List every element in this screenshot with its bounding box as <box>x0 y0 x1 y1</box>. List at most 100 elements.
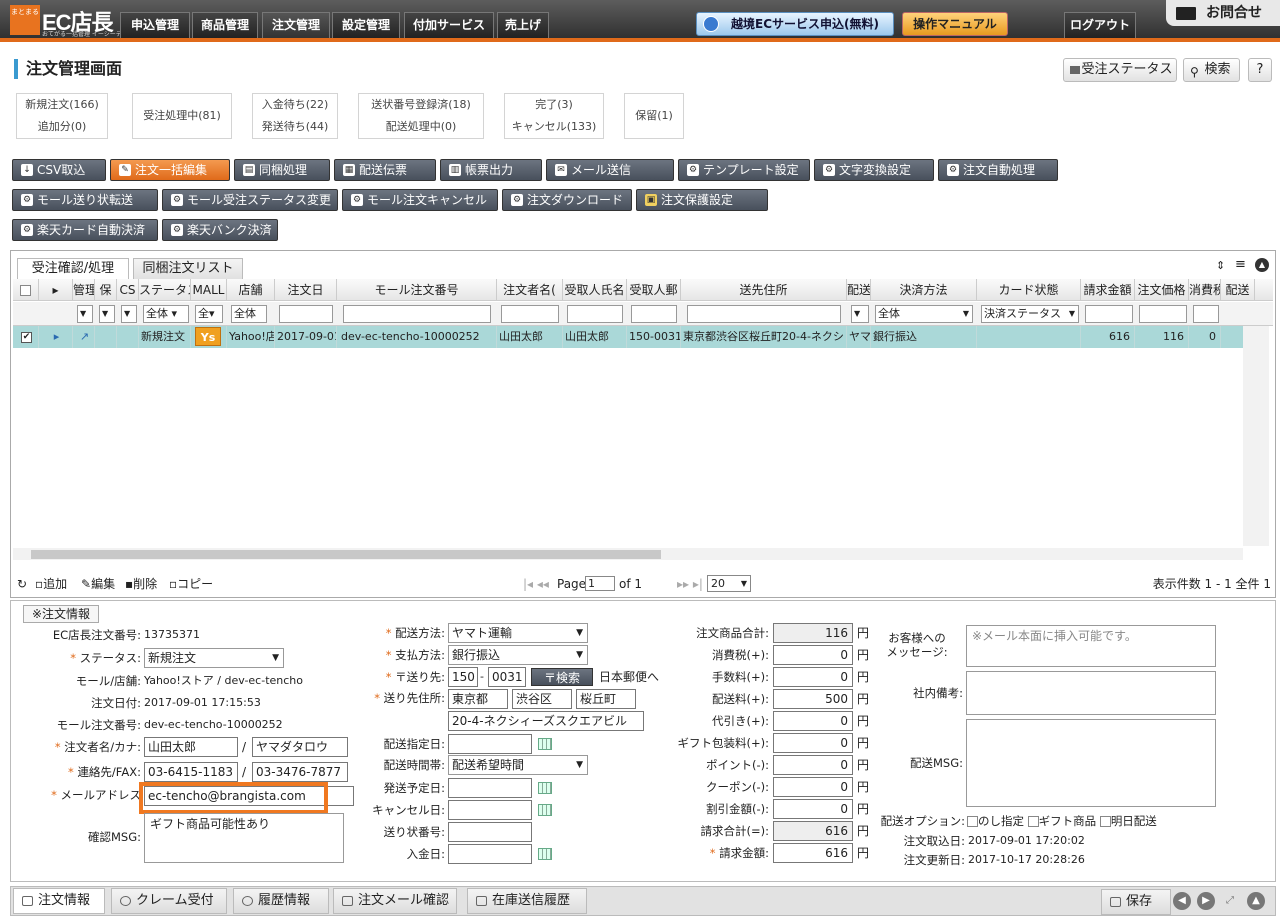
col-order-date[interactable]: 注文日 <box>275 279 337 301</box>
edit-button[interactable]: ✎編集 <box>81 571 115 597</box>
bulk-edit-button[interactable]: ✎ 注文一括編集 <box>110 159 230 181</box>
col-tax[interactable]: 消費税 <box>1189 279 1221 301</box>
shipping-slip-button[interactable]: ▦ 配送伝票 <box>334 159 436 181</box>
csv-import-button[interactable]: ↓ CSV取込 <box>12 159 106 181</box>
filter-manage[interactable]: ▼ <box>77 305 93 323</box>
tel-field[interactable]: 03-6415-1183 <box>144 762 238 782</box>
page-input[interactable]: 1 <box>585 576 615 591</box>
town-field[interactable]: 桜丘町 <box>576 689 636 709</box>
total-value[interactable]: 0 <box>773 755 853 775</box>
confirm-msg-field[interactable]: ギフト商品可能性あり <box>144 813 344 863</box>
nav-addon[interactable]: 付加サービス <box>404 12 494 38</box>
status-processing-count[interactable]: 受注処理中(81) <box>133 94 231 138</box>
prev-icon[interactable]: ◀ <box>1173 892 1191 910</box>
ship-time-select[interactable]: 配送希望時間 <box>448 755 588 775</box>
status-ship-wait[interactable]: 発送待ち(44) <box>253 116 337 138</box>
status-waiting[interactable]: 入金待ち(22) 発送待ち(44) <box>252 93 338 139</box>
status-processing[interactable]: 受注処理中(81) <box>132 93 232 139</box>
status-new[interactable]: 新規注文(166) 追加分(0) <box>16 93 108 139</box>
status-hold[interactable]: 保留(1) <box>624 93 684 139</box>
total-value[interactable]: 616 <box>773 821 853 841</box>
col-amount[interactable]: 請求金額 <box>1081 279 1135 301</box>
col-cs[interactable]: CS <box>117 279 139 301</box>
col-status[interactable]: ステータス <box>139 279 191 301</box>
tab-bundle-list[interactable]: 同梱注文リスト <box>133 258 243 280</box>
row-checkbox[interactable]: ✔ <box>13 326 39 348</box>
total-value[interactable]: 116 <box>773 623 853 643</box>
col-hold[interactable]: 保 <box>95 279 117 301</box>
tab-order-mail[interactable]: 注文メール確認 <box>333 888 457 914</box>
status-delivering[interactable]: 配送処理中(0) <box>359 116 483 138</box>
auto-process-button[interactable]: ⚙ 注文自動処理 <box>938 159 1058 181</box>
horizontal-scrollbar[interactable] <box>13 548 1243 560</box>
filter-address[interactable] <box>687 305 841 323</box>
col-mall-order-no[interactable]: モール注文番号 <box>337 279 497 301</box>
gift-checkbox[interactable] <box>1027 816 1039 827</box>
total-value[interactable]: 0 <box>773 777 853 797</box>
nav-apply[interactable]: 申込管理 <box>120 12 190 38</box>
total-value[interactable]: 0 <box>773 667 853 687</box>
col-manage[interactable]: 管理 <box>73 279 95 301</box>
zip2-field[interactable]: 0031 <box>488 667 526 687</box>
nav-orders[interactable]: 注文管理 <box>262 12 330 38</box>
total-value[interactable]: 616 <box>773 843 853 863</box>
zip-search-button[interactable]: 〒検索 <box>531 668 593 686</box>
logout-button[interactable]: ログアウト <box>1064 12 1136 38</box>
order-protect-button[interactable]: ▣ 注文保護設定 <box>636 189 768 211</box>
name-field[interactable]: 山田太郎 <box>144 737 238 757</box>
total-value[interactable]: 0 <box>773 799 853 819</box>
manual-button[interactable]: 操作マニュアル <box>902 12 1008 36</box>
collapse-up-icon[interactable]: ▲ <box>1247 892 1265 910</box>
ship-msg-field[interactable] <box>966 719 1216 807</box>
save-button[interactable]: 保存 <box>1101 889 1171 915</box>
contact-button[interactable]: お問合せ <box>1166 0 1280 26</box>
pay-method-select[interactable]: 銀行振込 <box>448 645 588 665</box>
post-link[interactable]: 日本郵便へ <box>599 667 659 687</box>
rakuten-bank-button[interactable]: ⚙ 楽天バンク決済 <box>162 219 278 241</box>
status-complete[interactable]: 完了(3) <box>505 94 603 116</box>
bundle-button[interactable]: ▤ 同梱処理 <box>234 159 330 181</box>
filter-mall-order-no[interactable] <box>343 305 491 323</box>
col-shop[interactable]: 店舗 <box>227 279 275 301</box>
filter-status[interactable]: 全体 ▾ <box>143 305 189 323</box>
mall-status-change-button[interactable]: ⚙ モール受注ステータス変更 <box>162 189 338 211</box>
slip-no-field[interactable] <box>448 822 532 842</box>
fax-field[interactable]: 03-3476-7877 <box>252 762 348 782</box>
refresh-icon[interactable]: ↻ <box>17 571 27 597</box>
add-button[interactable]: ▫追加 <box>35 571 67 597</box>
last-page-icon[interactable]: ▸▸ ▸| <box>677 571 703 597</box>
per-page-select[interactable]: 20 ▼ <box>707 575 751 592</box>
tomorrow-checkbox[interactable] <box>1099 816 1111 827</box>
filter-mall[interactable]: 全▾ <box>195 305 223 323</box>
filter-zip[interactable] <box>631 305 677 323</box>
first-page-icon[interactable]: |◂ ◂◂ <box>523 571 549 597</box>
table-row[interactable]: ✔ ▸ ↗ 新規注文 Ys Yahoo!店 2017-09-01 dev-ec-… <box>13 326 1243 348</box>
filter-hold[interactable]: ▼ <box>99 305 115 323</box>
total-value[interactable]: 0 <box>773 645 853 665</box>
next-icon[interactable]: ▶ <box>1197 892 1215 910</box>
col-receiver-zip[interactable]: 受取人郵 <box>627 279 681 301</box>
memo-field[interactable] <box>966 671 1216 715</box>
ship-method-select[interactable]: ヤマト運輸 <box>448 623 588 643</box>
city-field[interactable]: 渋谷区 <box>512 689 572 709</box>
tab-order-confirm[interactable]: 受注確認/処理 <box>17 258 129 280</box>
filter-payment[interactable]: 全体 ▼ <box>875 305 973 323</box>
calendar-icon[interactable] <box>538 738 552 750</box>
pref-field[interactable]: 東京都 <box>448 689 508 709</box>
col-shipping-fee[interactable]: 配送 <box>1221 279 1255 301</box>
noshi-checkbox[interactable] <box>967 816 978 827</box>
form-output-button[interactable]: ▥ 帳票出力 <box>440 159 542 181</box>
mail-send-button[interactable]: ✉ メール送信 <box>546 159 674 181</box>
total-value[interactable]: 0 <box>773 711 853 731</box>
sort-icon[interactable]: ⇕ <box>1216 259 1225 272</box>
status-shipping[interactable]: 送状番号登録済(18) 配送処理中(0) <box>358 93 484 139</box>
col-shipping[interactable]: 配送 <box>847 279 871 301</box>
calendar-icon[interactable] <box>538 848 552 860</box>
col-receiver[interactable]: 受取人氏名 <box>563 279 627 301</box>
total-value[interactable]: 500 <box>773 689 853 709</box>
cross-border-button[interactable]: 越境ECサービス申込(無料) <box>696 12 894 36</box>
rakuten-card-button[interactable]: ⚙ 楽天カード自動決済 <box>12 219 158 241</box>
status-added-count[interactable]: 追加分(0) <box>17 116 107 138</box>
calendar-icon[interactable] <box>538 782 552 794</box>
order-status-button[interactable]: 受注ステータス <box>1063 58 1177 82</box>
